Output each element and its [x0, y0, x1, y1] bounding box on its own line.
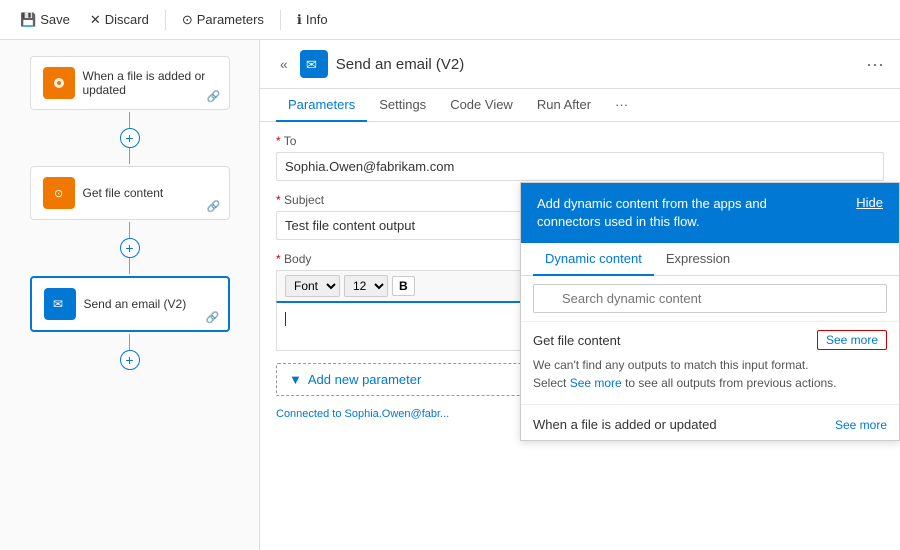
dynamic-tab-expression[interactable]: Expression [654, 243, 742, 276]
dynamic-panel-header-text: Add dynamic content from the apps and co… [537, 195, 817, 231]
dynamic-panel-hide-button[interactable]: Hide [856, 195, 883, 210]
send-email-icon: ✉ [44, 288, 76, 320]
flow-node-send-email[interactable]: ✉ Send an email (V2) 🔗 [30, 276, 230, 332]
tab-more[interactable]: ··· [603, 89, 640, 122]
tab-parameters[interactable]: Parameters [276, 89, 367, 122]
dynamic-section-trigger: When a file is added or updated See more [521, 409, 899, 440]
parameters-icon: ⊙ [182, 12, 193, 28]
see-more-button1[interactable]: See more [817, 330, 887, 350]
connector1: + [120, 112, 140, 164]
dynamic-section-get-file: Get file content See more We can't find … [521, 322, 899, 400]
action-header-left: « ✉ Send an email (V2) [276, 50, 464, 78]
tab-run-after[interactable]: Run After [525, 89, 603, 122]
svg-text:✉: ✉ [306, 57, 317, 72]
dynamic-divider [521, 404, 899, 405]
flow-line4 [129, 258, 130, 274]
action-header: « ✉ Send an email (V2) ··· [260, 40, 900, 89]
connector2: + [120, 222, 140, 274]
tabs-bar: Parameters Settings Code View Run After … [260, 89, 900, 122]
get-file-link-icon: 🔗 [207, 200, 221, 213]
info-icon: ℹ [297, 12, 302, 28]
flow-node-get-file[interactable]: ⊙ Get file content 🔗 [30, 166, 230, 220]
send-email-link-icon: 🔗 [206, 311, 220, 324]
get-file-label: Get file content [83, 186, 164, 200]
save-icon: 💾 [20, 12, 36, 28]
dynamic-panel-header: Add dynamic content from the apps and co… [521, 183, 899, 243]
see-more-button2[interactable]: See more [835, 418, 887, 432]
add-param-icon: ▼ [289, 372, 302, 387]
search-wrapper: 🔍 [533, 284, 887, 313]
to-label: * To [276, 134, 884, 148]
flow-line2 [129, 148, 130, 164]
to-input[interactable] [276, 152, 884, 181]
font-size-select[interactable]: 12 [344, 275, 388, 297]
flow-node-trigger[interactable]: When a file is added or updated 🔗 [30, 56, 230, 110]
section1-title: Get file content [533, 333, 620, 348]
svg-text:✉: ✉ [53, 297, 63, 311]
font-select[interactable]: Font [285, 275, 340, 297]
trigger-icon [43, 67, 75, 99]
tab-settings[interactable]: Settings [367, 89, 438, 122]
flow-line1 [129, 112, 130, 128]
svg-text:⊙: ⊙ [54, 188, 63, 200]
dynamic-tab-content[interactable]: Dynamic content [533, 243, 654, 276]
section2-title: When a file is added or updated [533, 417, 717, 432]
no-match-text: We can't find any outputs to match this … [533, 356, 887, 392]
parameters-button[interactable]: ⊙ Parameters [174, 8, 272, 32]
send-email-label: Send an email (V2) [84, 297, 187, 311]
dynamic-content-panel: Add dynamic content from the apps and co… [520, 182, 900, 441]
discard-button[interactable]: ✕ Discard [82, 8, 157, 32]
dynamic-tabs: Dynamic content Expression [521, 243, 899, 276]
toolbar-divider2 [280, 10, 281, 30]
dynamic-search-input[interactable] [533, 284, 887, 313]
trigger-link-icon: 🔗 [207, 90, 221, 103]
action-icon: ✉ [300, 50, 328, 78]
save-button[interactable]: 💾 Save [12, 8, 78, 32]
body-cursor [285, 312, 286, 326]
main-layout: When a file is added or updated 🔗 + ⊙ Ge… [0, 40, 900, 550]
action-title: Send an email (V2) [336, 56, 464, 73]
trigger-label: When a file is added or updated [83, 69, 217, 97]
tab-code-view[interactable]: Code View [438, 89, 525, 122]
left-panel: When a file is added or updated 🔗 + ⊙ Ge… [0, 40, 260, 550]
no-match-see-more-link[interactable]: See more [570, 376, 622, 390]
flow-line3 [129, 222, 130, 238]
right-panel: « ✉ Send an email (V2) ··· Parameters Se… [260, 40, 900, 550]
add-step2[interactable]: + [120, 238, 140, 258]
add-step1[interactable]: + [120, 128, 140, 148]
bold-button[interactable]: B [392, 276, 415, 296]
collapse-button[interactable]: « [276, 52, 292, 76]
toolbar-divider [165, 10, 166, 30]
dynamic-section-header1: Get file content See more [533, 330, 887, 350]
info-button[interactable]: ℹ Info [289, 8, 336, 32]
dynamic-search-area: 🔍 [521, 276, 899, 322]
toolbar: 💾 Save ✕ Discard ⊙ Parameters ℹ Info [0, 0, 900, 40]
to-field-group: * To [276, 134, 884, 181]
connector3: + [120, 334, 140, 370]
more-options-button[interactable]: ··· [866, 54, 884, 75]
form-area: * To * Subject * Body [260, 122, 900, 550]
flow-line5 [129, 334, 130, 350]
connected-email: Sophia.Owen@fabr... [345, 408, 450, 420]
discard-icon: ✕ [90, 12, 101, 28]
get-file-icon: ⊙ [43, 177, 75, 209]
add-step3[interactable]: + [120, 350, 140, 370]
